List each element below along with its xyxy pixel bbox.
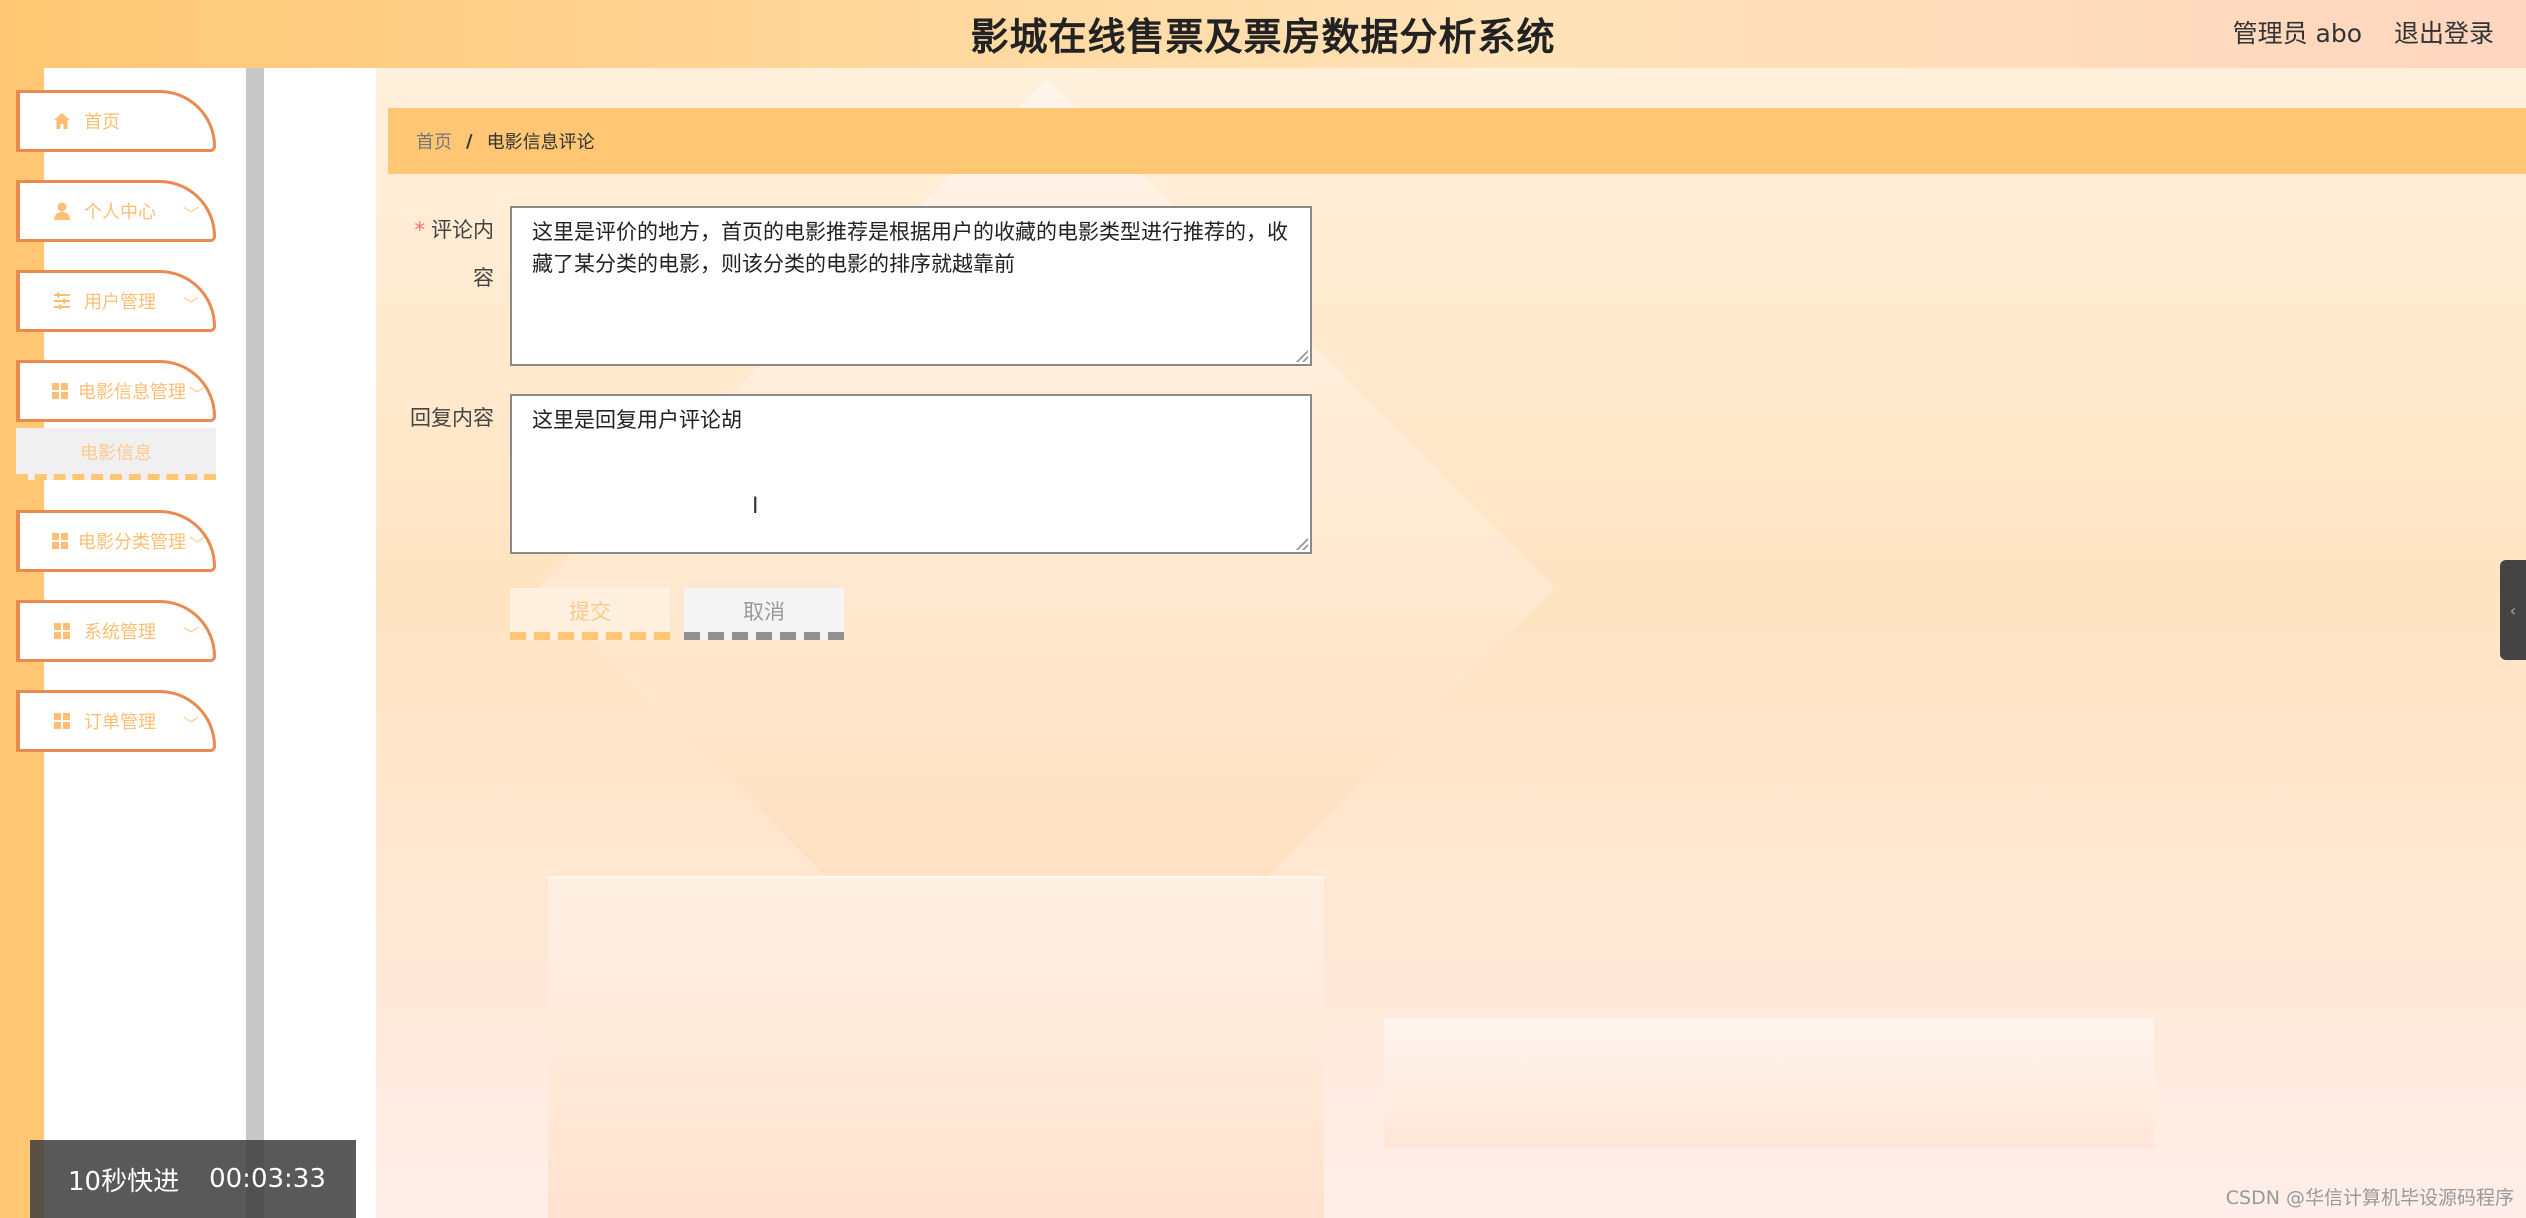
comment-label-line2: 容 <box>473 266 494 290</box>
top-header: 影城在线售票及票房数据分析系统 管理员 abo 退出登录 <box>0 0 2526 68</box>
breadcrumb-home[interactable]: 首页 <box>416 128 452 154</box>
grid-icon <box>52 621 72 641</box>
breadcrumb-current: 电影信息评论 <box>486 132 595 153</box>
sidebar-item-label: 系统管理 <box>84 622 156 643</box>
chevron-down-icon: ﹀ <box>188 385 205 404</box>
sidebar-item-home[interactable]: 首页 <box>16 90 216 152</box>
sidebar-item-user-management[interactable]: 用户管理 ﹀ <box>16 270 216 332</box>
sidebar-item-label: 电影信息管理 <box>78 382 186 403</box>
grid-icon <box>50 381 70 401</box>
breadcrumb: 首页 / 电影信息评论 <box>388 108 2526 174</box>
resize-handle-icon[interactable] <box>1296 350 1308 362</box>
logout-button[interactable]: 退出登录 <box>2394 14 2494 50</box>
comment-label-line1: 评论内 <box>431 218 494 242</box>
sidebar-item-label: 个人中心 <box>84 202 156 223</box>
sidebar-item-label: 电影分类管理 <box>78 532 186 553</box>
reply-content-label: 回复内容 <box>410 406 494 430</box>
sidebar-scrollbar[interactable] <box>246 68 264 1218</box>
background-box <box>1384 1018 2154 1148</box>
current-user: 管理员 abo <box>2232 19 2362 48</box>
background-box <box>548 876 1324 1218</box>
comment-content-value: 这里是评价的地方，首页的电影推荐是根据用户的收藏的电影类型进行推荐的，收藏了某分… <box>532 220 1288 276</box>
comment-content-label: * 评论内 容 <box>410 206 495 302</box>
chevron-down-icon: ﹀ <box>182 205 199 224</box>
chevron-left-icon: ‹ <box>2509 600 2517 620</box>
chevron-down-icon: ﹀ <box>188 535 205 554</box>
chevron-down-icon: ﹀ <box>182 625 199 644</box>
sidebar-item-label: 首页 <box>84 112 120 133</box>
sidebar-gap <box>264 68 376 1218</box>
home-icon <box>52 111 72 131</box>
sidebar-item-label: 订单管理 <box>84 712 156 733</box>
reply-content-value: 这里是回复用户评论胡 <box>532 408 742 432</box>
sidebar-item-movie-category-management[interactable]: 电影分类管理 ﹀ <box>16 510 216 572</box>
required-mark: * <box>414 218 426 242</box>
chevron-down-icon: ﹀ <box>182 715 199 734</box>
playback-time: 00:03:33 <box>209 1164 326 1194</box>
side-panel-toggle[interactable]: ‹ <box>2500 560 2526 660</box>
submit-button[interactable]: 提交 <box>510 588 670 640</box>
sidebar-item-personal-center[interactable]: 个人中心 ﹀ <box>16 180 216 242</box>
cancel-button[interactable]: 取消 <box>684 588 844 640</box>
fast-forward-label[interactable]: 10秒快进 <box>68 1161 179 1198</box>
grid-icon <box>52 711 72 731</box>
sidebar-item-label: 用户管理 <box>84 292 156 313</box>
user-icon <box>52 201 72 221</box>
sidebar-item-order-management[interactable]: 订单管理 ﹀ <box>16 690 216 752</box>
watermark: CSDN @华信计算机毕设源码程序 <box>2225 1187 2514 1209</box>
text-cursor-icon: I <box>752 494 759 519</box>
reply-content-textarea[interactable]: 这里是回复用户评论胡 <box>510 394 1312 554</box>
app-title: 影城在线售票及票房数据分析系统 <box>970 15 1556 59</box>
breadcrumb-separator: / <box>466 130 473 152</box>
sidebar-item-system-management[interactable]: 系统管理 ﹀ <box>16 600 216 662</box>
resize-handle-icon[interactable] <box>1296 538 1308 550</box>
sidebar-subitem-movie-info[interactable]: 电影信息 <box>16 428 216 480</box>
sliders-icon <box>52 291 72 311</box>
comment-content-textarea[interactable]: 这里是评价的地方，首页的电影推荐是根据用户的收藏的电影类型进行推荐的，收藏了某分… <box>510 206 1312 366</box>
video-player-overlay: 10秒快进 00:03:33 <box>30 1140 356 1218</box>
sidebar-item-movie-info-management[interactable]: 电影信息管理 ﹀ <box>16 360 216 422</box>
chevron-down-icon: ﹀ <box>182 295 199 314</box>
grid-icon <box>50 531 70 551</box>
